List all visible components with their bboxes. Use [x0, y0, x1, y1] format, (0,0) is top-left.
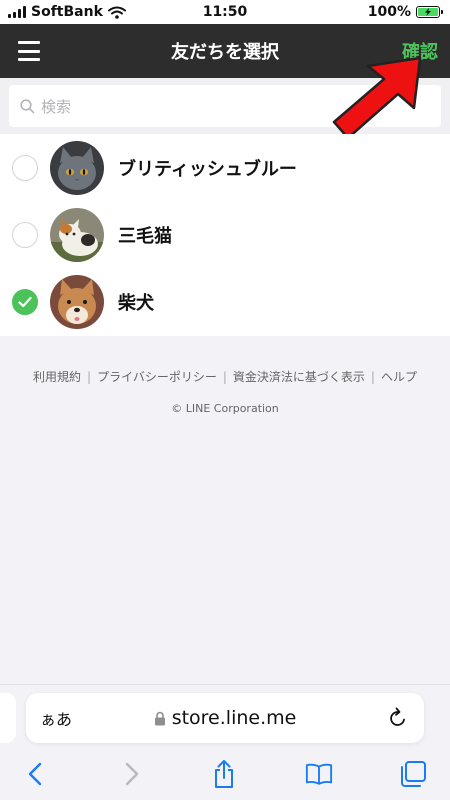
avatar	[50, 140, 104, 195]
browser-toolbar	[0, 759, 450, 791]
payment-act-link[interactable]: 資金決済法に基づく表示	[227, 368, 371, 385]
tabs-button[interactable]	[399, 759, 427, 789]
list-item[interactable]: ブリティッシュブルー	[0, 134, 450, 201]
terms-link[interactable]: 利用規約	[27, 368, 87, 385]
share-button[interactable]	[210, 759, 238, 789]
reload-icon[interactable]	[388, 707, 408, 729]
status-right: 100%	[367, 4, 443, 20]
browser-bar: ぁあ store.line.me	[0, 684, 450, 800]
url-text: store.line.me	[171, 707, 297, 729]
charging-bolt-icon	[425, 8, 431, 16]
avatar	[50, 207, 104, 262]
list-item[interactable]: 三毛猫	[0, 201, 450, 268]
search-icon	[20, 98, 35, 113]
help-link[interactable]: ヘルプ	[375, 368, 423, 385]
battery-percent: 100%	[367, 4, 411, 20]
shiba-dog-photo	[50, 274, 104, 329]
address-bar[interactable]: ぁあ store.line.me	[26, 693, 424, 743]
search-placeholder: 検索	[41, 97, 72, 116]
footer-links: 利用規約 | プライバシーポリシー | 資金決済法に基づく表示 | ヘルプ	[0, 368, 450, 385]
carrier-label: SoftBank	[31, 4, 103, 20]
list-item[interactable]: 柴犬	[0, 268, 450, 335]
chevron-left-icon	[28, 762, 42, 786]
radio-checked[interactable]	[12, 288, 38, 315]
red-arrow-icon	[332, 56, 422, 140]
friend-name: 柴犬	[118, 292, 154, 314]
lock-icon	[154, 711, 165, 725]
status-bar: SoftBank 11:50 100%	[0, 0, 450, 24]
friend-name: ブリティッシュブルー	[118, 158, 297, 180]
copyright: © LINE Corporation	[171, 402, 279, 415]
page-title: 友だちを選択	[171, 42, 279, 63]
privacy-policy-link[interactable]: プライバシーポリシー	[91, 368, 223, 385]
tabs-icon	[401, 761, 426, 787]
calico-cat-photo	[50, 207, 104, 262]
radio-unchecked[interactable]	[12, 154, 38, 181]
radio-unchecked[interactable]	[12, 221, 38, 248]
gray-cat-photo	[50, 140, 104, 195]
previous-tab-peek[interactable]	[0, 693, 16, 743]
back-button[interactable]	[21, 759, 49, 789]
friend-name: 三毛猫	[118, 225, 172, 247]
bookmarks-button[interactable]	[305, 759, 333, 789]
battery-icon	[416, 6, 443, 18]
hamburger-menu-icon[interactable]	[18, 41, 40, 61]
signal-icon	[8, 6, 26, 18]
friend-list: ブリティッシュブルー 三毛猫 柴犬	[0, 134, 450, 336]
chevron-right-icon	[125, 762, 139, 786]
checkmark-icon	[18, 296, 32, 307]
reader-aa-button[interactable]: ぁあ	[40, 706, 72, 730]
wifi-icon	[107, 6, 126, 19]
book-icon	[305, 763, 333, 785]
forward-button[interactable]	[118, 759, 146, 789]
url-display[interactable]: store.line.me	[154, 707, 297, 729]
share-icon	[215, 760, 233, 788]
avatar	[50, 274, 104, 329]
status-left: SoftBank	[8, 4, 126, 20]
